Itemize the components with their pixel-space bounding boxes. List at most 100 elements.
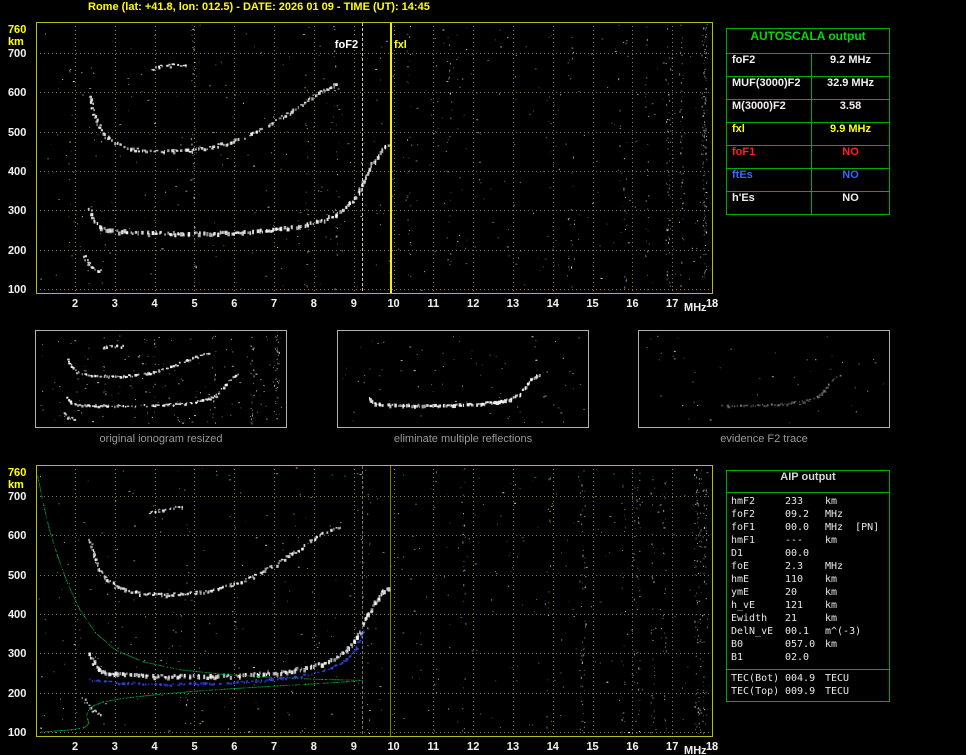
aip-row-value: 00.0	[785, 548, 810, 559]
aip-row: hmF2 233 km	[727, 496, 889, 509]
autoscala-row-label: fxl	[727, 123, 812, 145]
thumbnail-multiple-reflections	[337, 330, 589, 428]
aip-row-name: foE	[731, 561, 750, 572]
aip-row-name: ymE	[731, 587, 750, 598]
aip-row-value: 00.0	[785, 522, 810, 533]
autoscala-row-value: NO	[842, 146, 859, 158]
thumbnail-f2-evidence	[638, 330, 890, 428]
autoscala-row: ftEs NO	[727, 169, 889, 192]
thumbnail-caption-multiples: eliminate multiple reflections	[393, 433, 533, 445]
aip-row-value: ---	[785, 535, 804, 546]
autoscala-row-value: 9.2 MHz	[830, 54, 871, 66]
aip-row-name: D1	[731, 548, 744, 559]
aip-row-name: hmF2	[731, 496, 756, 507]
aip-row: hmF1 --- km	[727, 535, 889, 548]
autoscala-row: fxl 9.9 MHz	[727, 123, 889, 146]
aip-row-name: TEC(Top)	[731, 686, 780, 697]
aip-row: h_vE 121 km	[727, 600, 889, 613]
aip-row-unit: km	[825, 600, 838, 611]
aip-row-value: 110	[785, 574, 804, 585]
aip-row-name: hmE	[731, 574, 750, 585]
aip-row: foF2 09.2 MHz	[727, 509, 889, 522]
aip-row-unit	[825, 548, 889, 561]
thumbnail-original-ionogram	[35, 330, 287, 428]
aip-row-name: TEC(Bot)	[731, 673, 780, 684]
aip-row-name: foF1	[731, 522, 756, 533]
aip-row-unit: km	[825, 574, 838, 585]
aip-row-unit: TECU	[825, 686, 850, 697]
aip-table-rows: hmF2 233 km foF2 09.2 MHz foF1 00.0 MHz [PN] hmF1…	[727, 493, 889, 667]
aip-tec-rows: TEC(Bot) 004.9 TECU TEC(Top) 009.9 TECU	[727, 670, 889, 701]
aip-row-name: B1	[731, 652, 744, 663]
autoscala-row-label: foF2	[727, 54, 812, 76]
autoscala-row: foF2 9.2 MHz	[727, 54, 889, 77]
aip-row: TEC(Bot) 004.9 TECU	[727, 673, 889, 686]
aip-row-unit: km	[825, 496, 838, 507]
autoscala-row-value: NO	[842, 192, 859, 204]
autoscala-row-value: 3.58	[839, 100, 862, 112]
aip-row-unit: MHz	[825, 561, 844, 572]
autoscala-table-rows: foF2 9.2 MHz MUF(3000)F2 32.9 MHz M(3000)F2 3…	[727, 54, 889, 214]
aip-row-name: hmF1	[731, 535, 756, 546]
aip-row-name: B0	[731, 639, 744, 650]
aip-row-value: 21	[785, 613, 798, 624]
autoscala-row: foF1 NO	[727, 146, 889, 169]
aip-output-table: AIP output hmF2 233 km foF2 09.2 MHz foF1 00.0 M…	[726, 470, 890, 702]
aip-row-value: 2.3	[785, 561, 804, 572]
autoscala-window: Rome (lat: +41.8, lon: 012.5) - DATE: 20…	[0, 0, 966, 755]
aip-table-header: AIP output	[727, 471, 889, 493]
thumbnail-canvas-f2	[639, 331, 889, 427]
autoscala-row-label: h'Es	[727, 192, 812, 214]
autoscala-row-label: foF1	[727, 146, 812, 168]
autoscala-output-table: AUTOSCALA output foF2 9.2 MHz MUF(3000)F2 3…	[726, 28, 890, 215]
aip-row-unit: km	[825, 535, 838, 546]
autoscala-row-label: MUF(3000)F2	[727, 77, 812, 99]
thumbnail-canvas-original	[36, 331, 286, 427]
aip-row-value: 121	[785, 600, 804, 611]
aip-row-value: 057.0	[785, 639, 816, 650]
aip-row-unit: MHz [PN]	[825, 522, 880, 533]
aip-row-name: Ewidth	[731, 613, 768, 624]
aip-row-unit: km	[825, 587, 838, 598]
autoscala-table-header: AUTOSCALA output	[727, 29, 889, 54]
autoscala-row: h'Es NO	[727, 192, 889, 214]
aip-row: TEC(Top) 009.9 TECU	[727, 686, 889, 699]
aip-row-value: 233	[785, 496, 804, 507]
aip-row-name: foF2	[731, 509, 756, 520]
aip-row: Ewidth 21 km	[727, 613, 889, 626]
aip-row-unit: MHz	[825, 509, 844, 520]
aip-row: ymE 20 km	[727, 587, 889, 600]
thumbnail-canvas-multiples	[338, 331, 588, 427]
aip-row-value: 00.1	[785, 626, 810, 637]
aip-row-unit: m^(-3)	[825, 626, 862, 637]
aip-row: DelN_vE 00.1 m^(-3)	[727, 626, 889, 639]
aip-row-value: 004.9	[785, 673, 816, 684]
aip-row-name: h_vE	[731, 600, 756, 611]
thumbnail-caption-original: original ionogram resized	[99, 433, 223, 445]
autoscala-row-value: 9.9 MHz	[830, 123, 871, 135]
aip-row: foE 2.3 MHz	[727, 561, 889, 574]
autoscala-row: MUF(3000)F2 32.9 MHz	[727, 77, 889, 100]
aip-row-value: 09.2	[785, 509, 810, 520]
top-ionogram-canvas	[0, 16, 720, 316]
thumbnail-caption-f2: evidence F2 trace	[720, 433, 808, 445]
aip-row: B1 02.0	[727, 652, 889, 665]
aip-row-unit: km	[825, 613, 838, 624]
aip-row-unit: TECU	[825, 673, 850, 684]
aip-row-unit	[825, 652, 889, 665]
aip-row-value: 02.0	[785, 652, 810, 663]
autoscala-row-value: 32.9 MHz	[826, 77, 875, 89]
aip-row: hmE 110 km	[727, 574, 889, 587]
aip-row: B0 057.0 km	[727, 639, 889, 652]
autoscala-row: M(3000)F2 3.58	[727, 100, 889, 123]
aip-row-value: 009.9	[785, 686, 816, 697]
bottom-ionogram-canvas	[0, 458, 720, 755]
autoscala-row-label: ftEs	[727, 169, 812, 191]
aip-row: foF1 00.0 MHz [PN]	[727, 522, 889, 535]
station-title: Rome (lat: +41.8, lon: 012.5) - DATE: 20…	[88, 1, 430, 13]
autoscala-row-label: M(3000)F2	[727, 100, 812, 122]
aip-row-unit: km	[825, 639, 838, 650]
aip-row-value: 20	[785, 587, 798, 598]
aip-row-name: DelN_vE	[731, 626, 774, 637]
aip-row: D1 00.0	[727, 548, 889, 561]
